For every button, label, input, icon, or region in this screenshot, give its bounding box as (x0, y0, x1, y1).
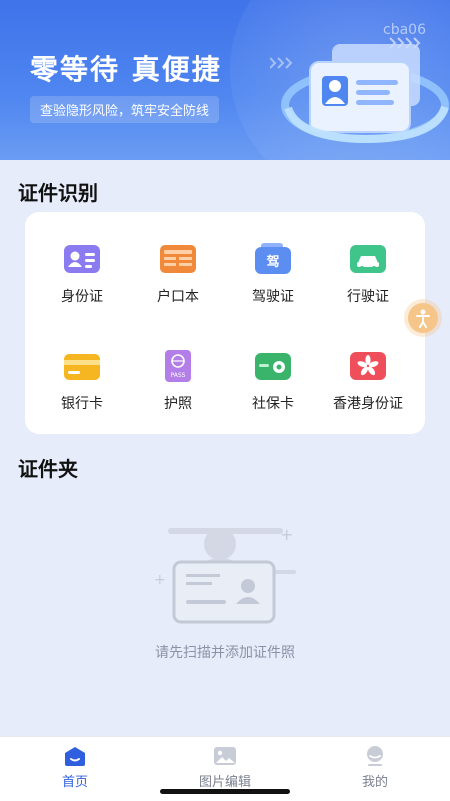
grid-item-label: 驾驶证 (252, 289, 294, 305)
svg-text:+: + (154, 572, 166, 588)
grid-item-id-card[interactable]: 身份证 (32, 242, 132, 332)
grid-item-driver-license[interactable]: 驾 驾驶证 (223, 242, 323, 332)
svg-text:驾: 驾 (266, 254, 279, 270)
grid-item-household-register[interactable]: 户口本 (128, 242, 228, 332)
grid-item-label: 行驶证 (347, 289, 389, 305)
floating-accessibility-button[interactable] (408, 303, 438, 333)
svg-text:+: + (280, 525, 293, 544)
tab-profile[interactable]: 我的 (300, 737, 450, 801)
bank-card-icon (64, 354, 100, 380)
grid-item-bank-card[interactable]: 银行卡 (32, 349, 132, 439)
document-type-grid: 身份证 户口本 驾 驾驶证 行驶证 银行卡 PASS 护照 社保卡 香港身份证 (25, 212, 425, 434)
id-card-illustration-icon (270, 37, 449, 144)
banner-subtitle: 查验隐形风险，筑牢安全防线 (30, 96, 220, 123)
vehicle-license-icon (350, 245, 386, 273)
section-title-recognition: 证件识别 (18, 181, 98, 205)
grid-item-label: 户口本 (157, 289, 199, 305)
social-security-card-icon (255, 353, 291, 380)
home-icon (65, 747, 85, 766)
empty-state-text: 请先扫描并添加证件照 (155, 645, 295, 661)
grid-item-label: 护照 (164, 396, 192, 412)
banner-title: 零等待 真便捷 (30, 53, 222, 86)
tab-label: 我的 (361, 775, 388, 790)
hk-id-card-icon (350, 352, 386, 380)
svg-text:PASS: PASS (171, 372, 186, 379)
tab-home[interactable]: 首页 (0, 737, 150, 801)
accessibility-icon (416, 309, 430, 328)
grid-item-passport[interactable]: PASS 护照 (128, 349, 228, 439)
id-card-icon (64, 245, 100, 273)
header-banner: cba06 零等待 真便捷 查验隐形风险，筑牢安全防线 (0, 0, 450, 160)
home-indicator (160, 789, 290, 794)
household-register-icon (160, 245, 196, 273)
grid-item-social-security-card[interactable]: 社保卡 (223, 349, 323, 439)
tab-label: 首页 (61, 775, 88, 790)
section-title-folder: 证件夹 (18, 457, 78, 481)
passport-icon: PASS (165, 350, 191, 382)
grid-item-label: 身份证 (61, 289, 103, 305)
empty-id-card-icon: + + (154, 525, 296, 624)
image-icon (214, 747, 236, 765)
grid-item-label: 银行卡 (61, 396, 103, 412)
grid-item-label: 香港身份证 (333, 396, 403, 412)
grid-item-hk-id-card[interactable]: 香港身份证 (318, 349, 418, 439)
profile-icon (367, 746, 383, 766)
driver-license-icon: 驾 (255, 243, 291, 274)
grid-item-vehicle-license[interactable]: 行驶证 (318, 242, 418, 332)
tab-label: 图片编辑 (198, 775, 251, 790)
grid-item-label: 社保卡 (252, 396, 294, 412)
